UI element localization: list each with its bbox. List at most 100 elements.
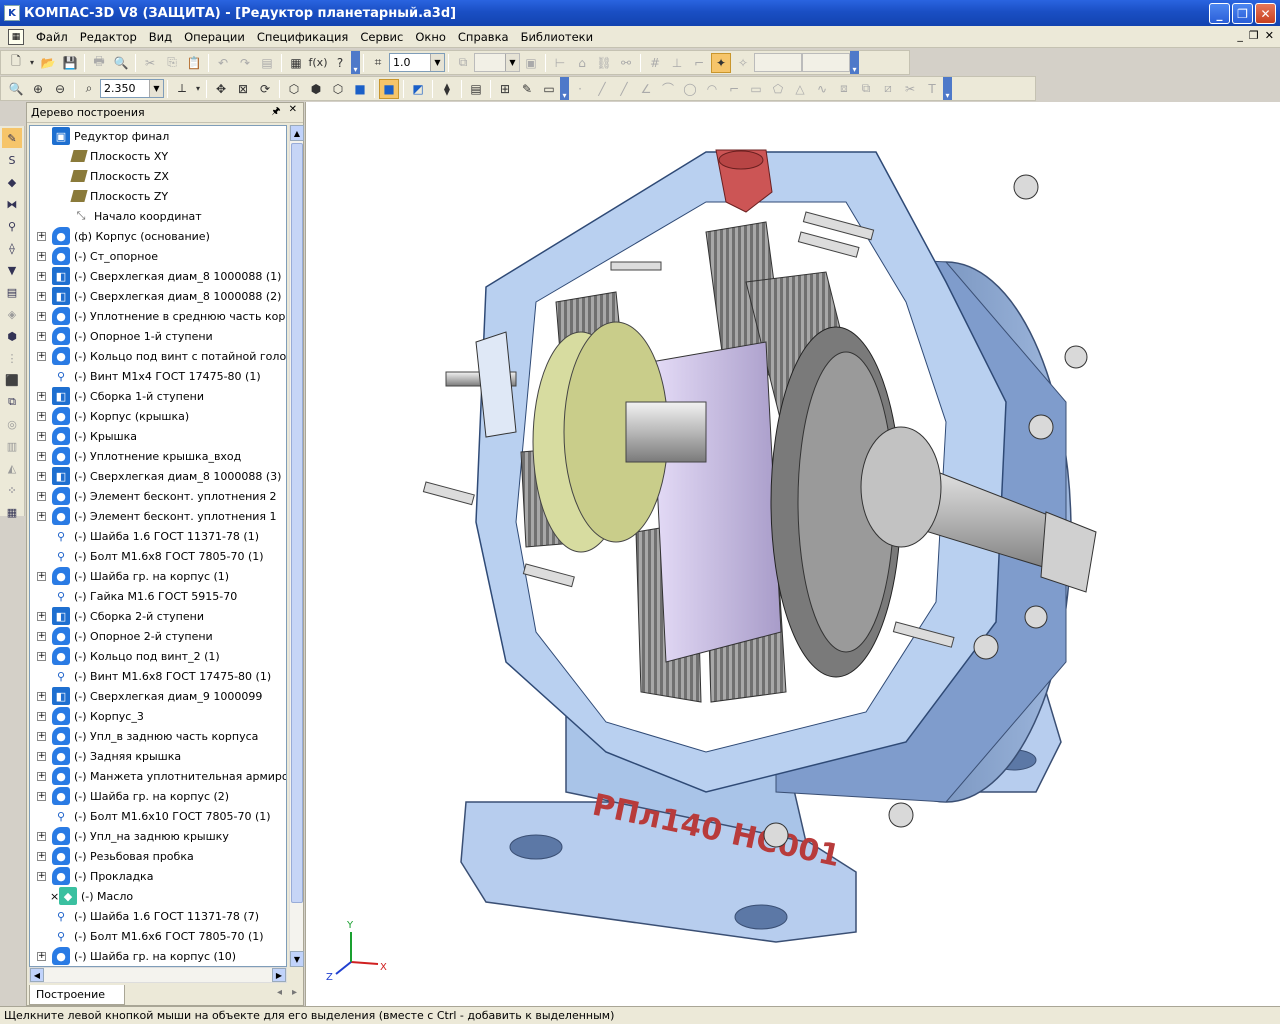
tree-item[interactable]: + ● (-) Прокладка	[30, 866, 153, 886]
expand-icon[interactable]: +	[37, 471, 46, 481]
text-icon[interactable]: T	[922, 79, 942, 99]
snap-step-icon[interactable]: ⌗	[368, 53, 388, 73]
tab-build[interactable]: Построение	[29, 985, 125, 1005]
tree-item[interactable]: + ● (-) Упл_в заднюю часть корпуса	[30, 726, 258, 746]
toolbar-grip[interactable]: ▾	[850, 51, 859, 74]
line-icon[interactable]: ╱	[592, 79, 612, 99]
dropdown-arrow-icon[interactable]: ▾	[28, 53, 36, 73]
tree-item[interactable]: + ◧ (-) Сверхлегкая диам_8 1000088 (2)	[30, 286, 281, 306]
snap-icon[interactable]: ✦	[711, 52, 731, 73]
cube-icon[interactable]: ⬛	[2, 370, 22, 390]
menu-edit[interactable]: Редактор	[74, 30, 143, 44]
expand-icon[interactable]: +	[37, 831, 46, 841]
library-icon[interactable]: ▦	[2, 502, 22, 522]
tree-item[interactable]: + ● (-) Кольцо под винт_2 (1)	[30, 646, 220, 666]
expand-icon[interactable]: +	[37, 731, 46, 741]
menu-specification[interactable]: Спецификация	[251, 30, 354, 44]
expand-icon[interactable]: +	[37, 251, 46, 261]
shell-icon[interactable]: ◭	[2, 458, 22, 478]
toolbar-grip[interactable]: ▾	[560, 77, 569, 100]
toolbar-grip[interactable]: ▾	[943, 77, 952, 100]
tree-icon[interactable]: ⊢	[550, 53, 570, 73]
tree-item[interactable]: ⚲ (-) Шайба 1.6 ГОСТ 11371-78 (1)	[30, 526, 259, 546]
tree-item[interactable]: + ● (-) Уплотнение в среднюю часть корпу	[30, 306, 286, 326]
tree-item[interactable]: ⤡ Начало координат	[30, 206, 202, 226]
expand-icon[interactable]: +	[37, 711, 46, 721]
expand-icon[interactable]: +	[37, 611, 46, 621]
properties-list-icon[interactable]: ▤	[466, 79, 486, 99]
angle-icon[interactable]: ∠	[636, 79, 656, 99]
offset-icon[interactable]: ⧈	[834, 79, 854, 99]
fillet-icon[interactable]: ⌐	[724, 79, 744, 99]
hidden-thin-icon[interactable]: ⬡	[328, 79, 348, 99]
toolbar-grip[interactable]: ▾	[351, 51, 360, 74]
component-icon[interactable]: ◆	[2, 172, 22, 192]
mate-icon[interactable]: ⧓	[2, 194, 22, 214]
expand-icon[interactable]: +	[37, 951, 46, 961]
cubes-icon[interactable]: ⧉	[2, 392, 22, 412]
unlink-icon[interactable]: ⚯	[616, 53, 636, 73]
restore-button[interactable]: ❐	[1232, 3, 1253, 24]
triangle-icon[interactable]: △	[790, 79, 810, 99]
measure-tool-icon[interactable]: ⊞	[495, 79, 515, 99]
shaded-icon[interactable]: ■	[350, 79, 370, 99]
app-icon[interactable]: K	[4, 5, 20, 21]
minimize-button[interactable]: _	[1209, 3, 1230, 24]
tree-item[interactable]: + ● (-) Манжета уплотнительная армирова	[30, 766, 286, 786]
expand-icon[interactable]: +	[37, 271, 46, 281]
edit-icon[interactable]: ✎	[517, 79, 537, 99]
cut-icon[interactable]: ✂	[140, 53, 160, 73]
open-icon[interactable]: 📂	[38, 53, 58, 73]
menu-view[interactable]: Вид	[143, 30, 178, 44]
x-field[interactable]	[754, 53, 802, 72]
tree-item[interactable]: + ● (-) Шайба гр. на корпус (1)	[30, 566, 229, 586]
expand-icon[interactable]: +	[37, 631, 46, 641]
section-icon[interactable]: ▭	[539, 79, 559, 99]
tree-item[interactable]: ⚲ (-) Болт М1.6х8 ГОСТ 7805-70 (1)	[30, 546, 264, 566]
paste-icon[interactable]: 📋	[184, 53, 204, 73]
tree-item[interactable]: + ● (-) Корпус_3	[30, 706, 144, 726]
menu-service[interactable]: Сервис	[354, 30, 409, 44]
hole-icon[interactable]: ◎	[2, 414, 22, 434]
tree-item[interactable]: ⚲ (-) Винт М1.6х8 ГОСТ 17475-80 (1)	[30, 666, 271, 686]
tab-prev-icon[interactable]: ◂	[277, 987, 282, 998]
panel-close-icon[interactable]: ✕	[289, 104, 297, 121]
filter-left-icon[interactable]: ▼	[2, 260, 22, 280]
assembly-ops-icon[interactable]: ⬢	[2, 326, 22, 346]
tree-item[interactable]: ⚲ (-) Болт М1.6х6 ГОСТ 7805-70 (1)	[30, 926, 264, 946]
snap-settings-icon[interactable]: ✧	[733, 53, 753, 73]
chevron-down-icon[interactable]: ▼	[505, 54, 519, 71]
tree-item[interactable]: + ● (-) Элемент бесконт. уплотнения 1	[30, 506, 277, 526]
surface-icon[interactable]: ◈	[2, 304, 22, 324]
pattern-icon[interactable]: ⁘	[2, 480, 22, 500]
zoom-out-icon[interactable]: ⊖	[50, 79, 70, 99]
expand-icon[interactable]: +	[37, 351, 46, 361]
tangent-icon[interactable]: ⌒	[658, 79, 678, 99]
expand-icon[interactable]: +	[37, 331, 46, 341]
tree-item[interactable]: + ◧ (-) Сверхлегкая диам_8 1000088 (1)	[30, 266, 281, 286]
tree-horizontal-scrollbar[interactable]: ◀ ▶	[29, 967, 287, 983]
expand-icon[interactable]: +	[37, 571, 46, 581]
expand-icon[interactable]: +	[37, 791, 46, 801]
expand-icon[interactable]: +	[37, 491, 46, 501]
help-pointer-icon[interactable]: ?	[330, 53, 350, 73]
tree-item[interactable]: + ◧ (-) Сборка 2-й ступени	[30, 606, 204, 626]
disabled-combo[interactable]: ▼	[474, 53, 520, 72]
tree-item[interactable]: + ● (-) Уплотнение крышка_вход	[30, 446, 241, 466]
tree-item[interactable]: + ● (-) Ст_опорное	[30, 246, 158, 266]
zoom-all-icon[interactable]: ⊠	[233, 79, 253, 99]
tree-item[interactable]: × ◆ (-) Масло	[30, 886, 133, 906]
expand-icon[interactable]: +	[37, 311, 46, 321]
tree-item[interactable]: ⚲ (-) Гайка М1.6 ГОСТ 5915-70	[30, 586, 237, 606]
expand-icon[interactable]: +	[37, 451, 46, 461]
trim-icon[interactable]: ✂	[900, 79, 920, 99]
scroll-thumb[interactable]	[291, 143, 303, 903]
point-icon[interactable]: ·	[570, 79, 590, 99]
scroll-down-icon[interactable]: ▼	[290, 951, 304, 967]
orientation-icon[interactable]: ⟂	[172, 79, 192, 99]
build-tree[interactable]: ▣ Редуктор финал Плоскость XY Плоскость ZX П…	[29, 125, 287, 967]
tree-item[interactable]: + ◧ (-) Сверхлегкая диам_9 1000099	[30, 686, 262, 706]
tree-item[interactable]: + ● (-) Опорное 1-й ступени	[30, 326, 213, 346]
tree-item[interactable]: Плоскость XY	[30, 146, 168, 166]
rect-icon[interactable]: ▭	[746, 79, 766, 99]
